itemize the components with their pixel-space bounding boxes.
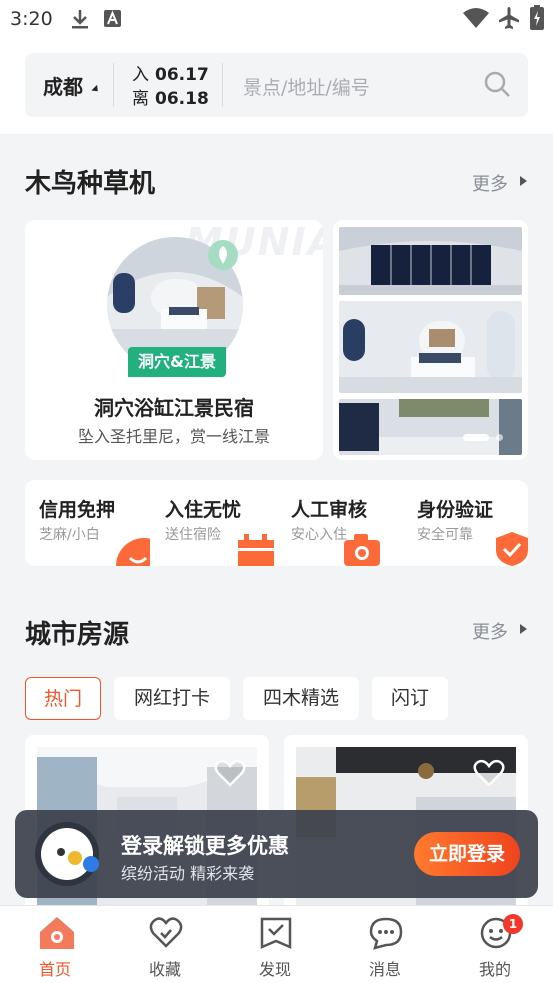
benefit-title: 入住无忧 (165, 499, 242, 521)
tab-home[interactable]: 首页 (0, 906, 110, 983)
tab-label: 首页 (38, 960, 71, 979)
mascot-avatar (35, 822, 99, 886)
tab-label: 消息 (368, 960, 401, 979)
divider (113, 63, 114, 107)
login-promo-banner: 登录解锁更多优惠 缤纷活动 精彩来袭 立即登录 (15, 810, 538, 898)
tab-selected[interactable]: 四木精选 (243, 677, 359, 720)
benefit-title: 信用免押 (39, 499, 116, 521)
search-bar[interactable]: 成都 入 06.17 离 06.18 景点/地址/编号 (25, 53, 528, 117)
top-header: 3:20 成都 入 06.17 离 06.18 景点/地址/编号 (0, 0, 553, 134)
download-icon (72, 10, 88, 29)
city-selector[interactable]: 成都 (43, 71, 83, 100)
photo-gallery[interactable] (333, 220, 528, 460)
status-time: 3:20 (10, 8, 53, 30)
tab-label: 我的 (478, 960, 511, 979)
benefit-subtitle: 送住宿险 (165, 527, 221, 543)
benefit-deposit-free[interactable]: 信用免押 芝麻/小白 (25, 480, 150, 566)
chevron-right-icon (520, 624, 527, 634)
wifi-icon (463, 8, 489, 28)
chevron-right-icon (520, 176, 527, 186)
tab-messages[interactable]: 消息 (330, 906, 440, 983)
shield-check-icon (496, 532, 528, 566)
tab-hot[interactable]: 热门 (25, 677, 101, 720)
gallery-image (339, 399, 522, 455)
benefit-identity[interactable]: 身份验证 安全可靠 (403, 480, 528, 566)
benefit-subtitle: 安全可靠 (417, 527, 473, 543)
checkin-label: 入 (132, 65, 149, 85)
feature-title: 洞穴浴缸江景民宿 (94, 396, 254, 420)
section-title-recommend: 木鸟种草机 (25, 169, 156, 199)
camera-icon (344, 534, 380, 566)
tab-profile[interactable]: 我的 (440, 906, 550, 983)
feature-subtitle: 坠入圣托里尼，赏一线江景 (77, 427, 270, 446)
benefit-insurance[interactable]: 入住无忧 送住宿险 (151, 480, 276, 566)
leaf-icon (219, 246, 227, 264)
date-selector[interactable]: 入 06.17 离 06.18 (132, 63, 209, 111)
leaf-badge (208, 240, 238, 270)
discover-icon (260, 917, 292, 949)
feature-card[interactable]: MUNIAO 洞穴&江景 洞穴浴缸江景民宿 坠入圣托里尼，赏一线江景 (25, 220, 323, 460)
tab-discover[interactable]: 发现 (220, 906, 330, 983)
divider (222, 63, 223, 107)
benefit-title: 人工审核 (291, 499, 368, 521)
benefit-review[interactable]: 人工审核 安心入住 (277, 480, 402, 566)
carousel-dot-active (463, 434, 489, 441)
font-app-icon (104, 10, 121, 27)
benefit-title: 身份验证 (417, 499, 494, 521)
checkout-label: 离 (132, 89, 149, 109)
status-bar: 3:20 (0, 0, 553, 38)
battery-icon (530, 5, 544, 30)
login-subtitle: 缤纷活动 精彩来袭 (121, 864, 255, 883)
benefits-strip: 信用免押 芝麻/小白 入住无忧 送住宿险 人工审核 安心入住 身份验证 安全可靠 (25, 480, 528, 566)
tab-flash-booking[interactable]: 闪订 (372, 677, 448, 720)
gallery-image (339, 227, 522, 295)
tab-influencer[interactable]: 网红打卡 (114, 677, 230, 720)
section-title-city: 城市房源 (25, 620, 130, 650)
smile-icon (116, 538, 150, 566)
favorite-heart-icon[interactable] (214, 759, 246, 787)
tab-label: 发现 (258, 960, 291, 979)
login-title: 登录解锁更多优惠 (121, 834, 289, 858)
search-input[interactable]: 景点/地址/编号 (243, 73, 370, 100)
notification-badge: 1 (503, 914, 523, 934)
more-link[interactable]: 更多 (472, 618, 508, 644)
heart-icon (149, 917, 183, 948)
home-icon (40, 917, 74, 949)
tab-favorites[interactable]: 收藏 (110, 906, 220, 983)
feature-tag: 洞穴&江景 (128, 347, 226, 377)
favorite-heart-icon[interactable] (473, 759, 505, 787)
airplane-icon (499, 7, 519, 29)
login-button[interactable]: 立即登录 (414, 832, 520, 876)
carousel-dot (496, 434, 503, 441)
message-icon (369, 917, 403, 950)
benefit-subtitle: 安心入住 (291, 527, 347, 543)
calendar-icon (238, 534, 274, 566)
search-icon[interactable] (483, 70, 513, 100)
more-link[interactable]: 更多 (472, 170, 508, 196)
gallery-image (339, 301, 522, 393)
tab-label: 收藏 (148, 960, 181, 979)
benefit-subtitle: 芝麻/小白 (39, 527, 100, 543)
bottom-tab-bar: 首页 收藏 发现 消息 我的 (0, 905, 553, 983)
checkin-date: 06.17 (155, 65, 209, 85)
city-caret-icon (91, 84, 101, 95)
checkout-date: 06.18 (155, 89, 209, 109)
